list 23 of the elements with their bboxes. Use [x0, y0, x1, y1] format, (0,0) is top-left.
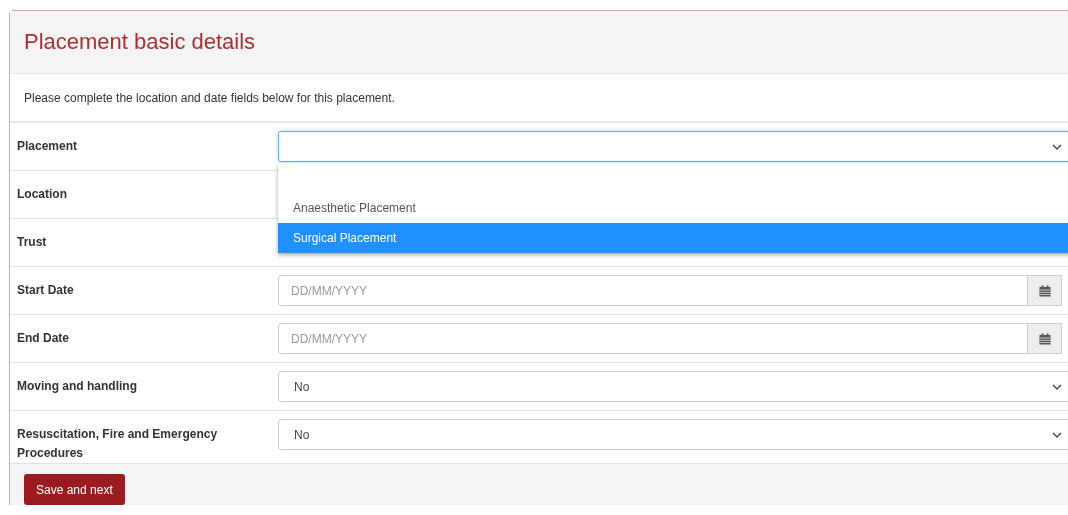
intro-text: Please complete the location and date fields below for this placement.	[24, 90, 395, 105]
field-label: End Date	[17, 330, 70, 347]
calendar-button[interactable]	[1028, 323, 1062, 354]
chevron-icon	[1052, 144, 1062, 150]
panel-title: Placement basic details	[24, 29, 256, 55]
calendar-icon	[1038, 284, 1051, 297]
date-field[interactable]: DD/MM/YYYY	[278, 275, 1028, 306]
field-label: Resuscitation, Fire and Emergency Procedures	[17, 426, 219, 462]
select-field[interactable]: No	[278, 371, 1068, 402]
field-label: Start Date	[17, 282, 75, 299]
field-label: Moving and handling	[17, 378, 138, 395]
date-field[interactable]: DD/MM/YYYY	[278, 323, 1028, 354]
field-label: Location	[17, 186, 68, 203]
calendar-button[interactable]	[1028, 275, 1062, 306]
chevron-icon	[1052, 384, 1062, 390]
chevron-icon	[1052, 432, 1062, 438]
save-button[interactable]: Save and next	[24, 474, 125, 505]
select-field[interactable]	[278, 131, 1068, 162]
field-label: Trust	[17, 234, 48, 251]
calendar-icon	[1038, 332, 1051, 345]
select-field[interactable]: No	[278, 419, 1068, 450]
dropdown-option[interactable]: Anaesthetic Placement	[278, 193, 1068, 223]
field-label: Placement	[17, 138, 79, 155]
